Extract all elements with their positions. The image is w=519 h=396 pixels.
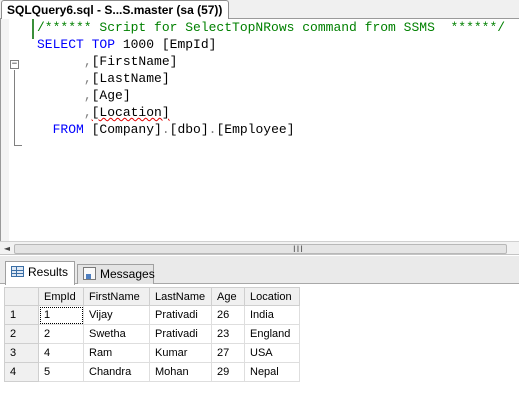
grid-cell[interactable]: Mohan [149,362,212,382]
grid-cell[interactable]: India [244,305,300,325]
code-line[interactable]: SELECT TOP 1000 [EmpId] [37,36,505,53]
results-grid[interactable]: EmpId FirstName LastName Age Location 1 … [4,287,300,382]
change-tracking-bar [32,19,34,39]
document-tabstrip: SQLQuery6.sql - S...S.master (sa (57)) [0,0,519,20]
column-header-age[interactable]: Age [211,287,245,306]
row-number-cell[interactable]: 4 [4,362,39,382]
results-grid-area: EmpId FirstName LastName Age Location 1 … [0,285,519,396]
grid-cell[interactable]: 23 [211,324,245,344]
code-token: 1000 [EmpId] [115,37,217,52]
table-row[interactable]: 2 2 Swetha Prativadi 23 England [4,324,300,344]
table-row[interactable]: 4 5 Chandra Mohan 29 Nepal [4,362,300,382]
results-tabstrip: Results Messages [0,256,519,285]
grid-cell[interactable]: 5 [38,362,84,382]
code-line[interactable]: ,[Location] [37,104,505,121]
code-token: [dbo] [169,122,209,137]
tab-messages-label: Messages [100,267,155,281]
grid-cell[interactable]: Prativadi [149,305,212,325]
grid-cell[interactable]: USA [244,343,300,363]
code-token: [LastName] [91,71,170,86]
grid-corner-cell[interactable] [4,287,39,306]
grid-cell[interactable]: 29 [211,362,245,382]
code-token: [Company] [83,122,162,137]
code-line[interactable]: ,[LastName] [37,70,505,87]
scrollbar-thumb[interactable]: III [14,244,507,255]
grid-cell[interactable]: 1 [38,305,84,325]
code-line[interactable]: ,[FirstName] [37,53,505,70]
scroll-left-arrow-icon[interactable]: ◄ [2,244,12,254]
code-token: SELECT [37,37,84,52]
code-token: . [161,122,170,137]
code-token: /****** Script for SelectTopNRows comman… [37,20,506,35]
messages-icon [83,267,96,281]
scrollbar-grip-icon: III [293,245,304,255]
grid-cell[interactable]: Kumar [149,343,212,363]
grid-cell[interactable]: Vijay [83,305,150,325]
code-token: , [83,54,92,69]
column-header-firstname[interactable]: FirstName [83,287,150,306]
grid-cell[interactable]: Chandra [83,362,150,382]
document-tab[interactable]: SQLQuery6.sql - S...S.master (sa (57)) [1,0,229,20]
column-header-lastname[interactable]: LastName [149,287,212,306]
collapse-region-icon[interactable]: − [10,60,19,69]
code-token: , [83,71,92,86]
tab-messages[interactable]: Messages [77,264,155,284]
column-header-empid[interactable]: EmpId [38,287,84,306]
editor-horizontal-scrollbar[interactable]: ◄ III [0,241,519,255]
sql-code[interactable]: /****** Script for SelectTopNRows comman… [37,19,505,138]
grid-cell[interactable]: 27 [211,343,245,363]
table-row[interactable]: 1 1 Vijay Prativadi 26 India [4,305,300,325]
code-token: [FirstName] [91,54,178,69]
code-token: FROM [52,122,84,137]
code-line[interactable]: /****** Script for SelectTopNRows comman… [37,19,505,36]
grid-cell[interactable]: 2 [38,324,84,344]
column-header-location[interactable]: Location [244,287,300,306]
code-token: TOP [91,37,116,52]
row-number-cell[interactable]: 2 [4,324,39,344]
outline-end [14,145,22,146]
grid-cell[interactable]: England [244,324,300,344]
tab-results-label: Results [28,265,69,279]
results-grid-icon [11,266,24,278]
code-token: [Location] [91,105,170,120]
code-token: [Age] [91,88,131,103]
grid-cell[interactable]: Prativadi [149,324,212,344]
outline-line [14,70,15,146]
code-token: [Employee] [216,122,295,137]
query-editor[interactable]: − /****** Script for SelectTopNRows comm… [0,19,519,241]
grid-cell[interactable]: 26 [211,305,245,325]
row-number-cell[interactable]: 1 [4,305,39,325]
table-row[interactable]: 3 4 Ram Kumar 27 USA [4,343,300,363]
grid-cell[interactable]: Swetha [83,324,150,344]
grid-cell[interactable]: Nepal [244,362,300,382]
grid-cell[interactable]: 4 [38,343,84,363]
editor-margin [1,19,9,241]
code-token: , [83,88,92,103]
tab-results[interactable]: Results [5,261,75,285]
code-line[interactable]: ,[Age] [37,87,505,104]
row-number-cell[interactable]: 3 [4,343,39,363]
grid-cell[interactable]: Ram [83,343,150,363]
grid-header-row: EmpId FirstName LastName Age Location [4,287,300,306]
code-line[interactable]: FROM [Company].[dbo].[Employee] [37,121,505,138]
code-token: , [83,105,92,120]
